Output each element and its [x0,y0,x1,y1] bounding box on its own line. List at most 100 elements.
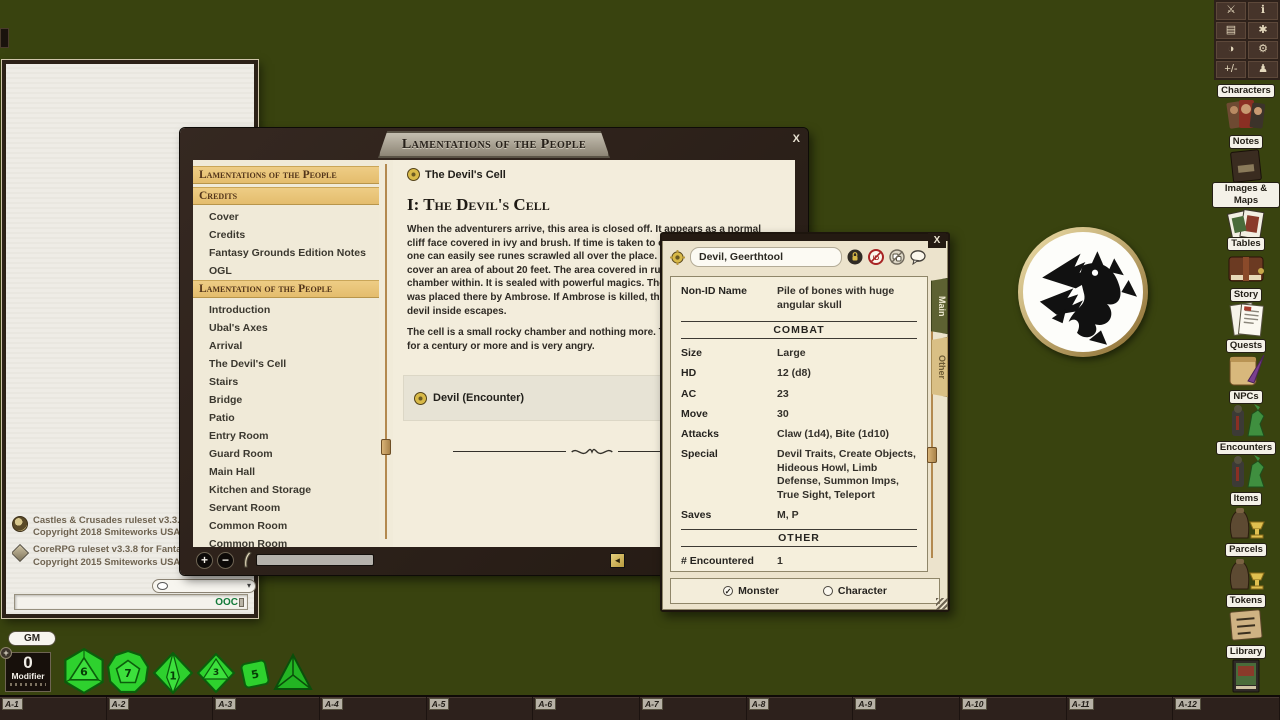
hotbar-slot[interactable]: A-10 [960,697,1067,720]
d10-die[interactable]: 1 [152,652,194,694]
scrollbar-knob[interactable] [927,447,937,463]
book-nav-entry[interactable]: Credits [193,187,379,205]
field-value[interactable]: Pile of bones with huge angular skull [777,285,917,312]
d12-die[interactable]: 7 [107,650,149,694]
sidebar-item-notes[interactable]: Notes [1212,131,1280,185]
close-icon[interactable]: X [793,133,800,145]
story-link[interactable]: The Devil's Cell [407,168,777,181]
tab-other[interactable]: Other [931,337,948,397]
zoom-in-button[interactable]: + [196,552,213,569]
sidebar-item-tables[interactable]: Tables [1212,233,1280,287]
book-nav-entry[interactable]: Credits [193,226,379,244]
monster-token[interactable] [1018,227,1148,357]
hotbar-slot[interactable]: A-6 [533,697,640,720]
character-radio[interactable]: Character [823,585,887,597]
book-nav-entry[interactable]: The Devil's Cell [193,355,379,373]
close-icon[interactable]: X [928,233,946,248]
book-nav-entry[interactable]: Arrival [193,337,379,355]
page-previous-button[interactable]: ◄ [610,553,625,568]
horizontal-scrollbar[interactable] [256,554,374,566]
hotbar-slot[interactable]: A-7 [640,697,747,720]
d8-die[interactable]: 3 [196,653,236,693]
d6-die[interactable]: 5 [237,656,273,692]
book-nav-scrollbar[interactable] [379,160,393,547]
gm-identity-pill[interactable]: GM [8,631,56,646]
book-nav-entry[interactable]: Fantasy Grounds Edition Notes [193,244,379,262]
day-night-icon[interactable]: ◑ [1216,41,1246,59]
hotbar-slot[interactable]: A-9 [853,697,960,720]
lock-icon[interactable] [847,249,863,265]
token-art [1023,232,1143,352]
book-nav-entry[interactable]: Servant Room [193,499,379,517]
hotbar-slot[interactable]: A-12 [1173,697,1280,720]
hotbar-slot[interactable]: A-8 [747,697,854,720]
book-nav-entry[interactable]: Entry Room [193,427,379,445]
id-toggle-icon[interactable]: ID [868,249,884,265]
sidebar-item-npcs[interactable]: NPCs [1212,386,1280,440]
book-nav-entry[interactable]: Lamentation of the People [193,280,379,298]
d20-die[interactable]: 6 [62,648,106,694]
book-nav-entry[interactable]: Kitchen and Storage [193,481,379,499]
monster-radio[interactable]: ✓ Monster [723,585,779,597]
chat-share-icon[interactable] [910,249,926,265]
tab-main[interactable]: Main [931,278,948,334]
book-nav-entry[interactable]: OGL [193,262,379,280]
hotbar-slot-label: A-8 [749,698,770,710]
sidebar-item-parcels[interactable]: Parcels [1212,539,1280,593]
hotbar-slot[interactable]: A-11 [1067,697,1174,720]
book-nav-entry[interactable]: Introduction [193,301,379,319]
radio-checked-icon: ✓ [723,586,733,596]
book-nav-entry[interactable]: Bridge [193,391,379,409]
book-nav-entry[interactable]: Lamentations of the People [193,166,379,184]
hotbar-slot[interactable]: A-1 [0,697,107,720]
chat-mode-dropdown[interactable]: ▾ [152,579,256,593]
dice-roll-icon[interactable] [889,249,905,265]
sidebar-item-encounters[interactable]: Encounters [1212,437,1280,491]
palette-icon[interactable]: ✱ [1248,22,1278,40]
chat-input[interactable]: OOC [14,594,248,610]
scrollbar-knob[interactable] [381,439,391,455]
gear-icon[interactable]: ⚙ [1248,41,1278,59]
book-nav-entry[interactable]: Common Room [193,535,379,547]
modifier-plus-button[interactable]: + [0,647,12,659]
monster-name-field[interactable]: Devil, Geerthtool [690,247,842,267]
book-nav-entry[interactable]: Ubal's Axes [193,319,379,337]
docked-panel-tab[interactable] [0,28,9,48]
book-nav-entry[interactable]: Cover [193,208,379,226]
d4-die[interactable] [273,652,313,694]
field-value[interactable]: Large [777,347,806,361]
field-value[interactable]: Claw (1d4), Bite (1d10) [777,428,889,442]
book-nav-entry[interactable]: Common Room [193,517,379,535]
field-value[interactable]: 30 [777,408,789,422]
resize-grip[interactable] [936,598,948,610]
hotbar-slot[interactable]: A-2 [107,697,214,720]
sidebar-item-story[interactable]: Story [1212,284,1280,338]
hotbar-slot[interactable]: A-5 [427,697,534,720]
sidebar-item-library[interactable]: Library [1212,641,1280,695]
modifier-box[interactable]: 0 Modifier [5,652,51,692]
book-nav-entry[interactable]: Guard Room [193,445,379,463]
sidebar-item-quests[interactable]: Quests [1212,335,1280,389]
sidebar-item-tokens[interactable]: Tokens [1212,590,1280,644]
tome-icon[interactable]: ▤ [1216,22,1246,40]
ruleset-icon [12,516,28,532]
hotbar-slot[interactable]: A-3 [213,697,320,720]
book-title-plate[interactable]: Lamentations of the People [378,131,610,158]
zoom-out-button[interactable]: − [217,552,234,569]
book-nav-entry[interactable]: Main Hall [193,463,379,481]
field-value[interactable]: M, P [777,509,799,523]
hotbar-slot[interactable]: A-4 [320,697,427,720]
field-value[interactable]: 23 [777,388,789,402]
book-nav-entry[interactable]: Stairs [193,373,379,391]
crossed-swords-icon[interactable]: ⚔ [1216,2,1246,20]
figure-icon[interactable]: ♟ [1248,61,1278,79]
field-value[interactable]: 1 [777,555,783,569]
book-nav-entry[interactable]: Patio [193,409,379,427]
field-value[interactable]: 12 (d8) [777,367,811,381]
sidebar-item-characters[interactable]: Characters [1212,80,1280,134]
party-info-icon[interactable]: ℹ [1248,2,1278,20]
field-value[interactable]: Devil Traits, Create Objects, Hideous Ho… [777,448,917,503]
plus-minus-icon[interactable]: +/- [1216,61,1246,79]
sidebar-item-items[interactable]: Items [1212,488,1280,542]
quill-icon[interactable] [242,551,252,569]
